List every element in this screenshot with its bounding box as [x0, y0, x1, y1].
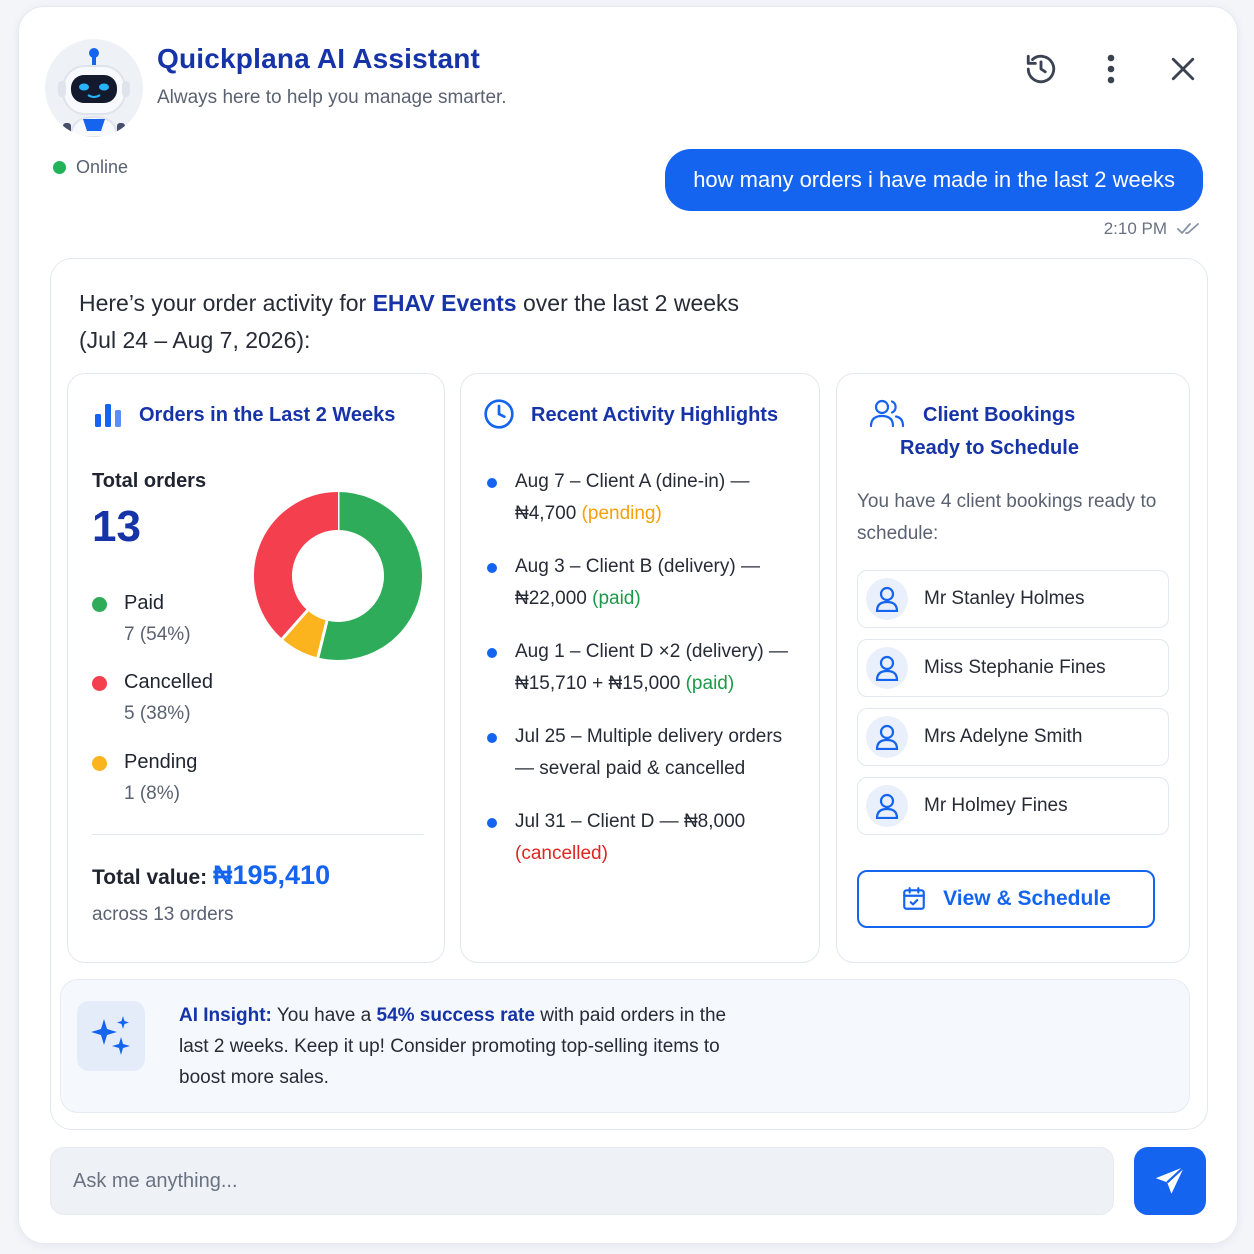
message-input[interactable] — [50, 1147, 1114, 1215]
orders-panel-title: Orders in the Last 2 Weeks — [139, 404, 396, 426]
response-intro: Here’s your order activity for EHAV Even… — [79, 285, 839, 359]
activity-item: Jul 31 – Client D — ₦8,000 (cancelled) — [485, 806, 801, 870]
activity-item: Aug 3 – Client B (delivery) — ₦22,000 (p… — [485, 551, 801, 615]
intro-prefix: Here’s your order activity for — [79, 290, 373, 316]
client-row[interactable]: Mr Stanley Holmes — [857, 570, 1169, 628]
clock-icon — [484, 399, 514, 429]
legend-dot-pending — [92, 756, 107, 771]
close-icon — [1171, 57, 1195, 81]
legend-name: Paid — [124, 592, 165, 614]
insight-rate: 54% success rate — [376, 1005, 535, 1026]
online-status: Online — [53, 157, 128, 178]
legend-dot-paid — [92, 597, 107, 612]
ai-insight-text: AI Insight: You have a 54% success rate … — [179, 1000, 739, 1093]
activity-item: Jul 25 – Multiple delivery orders — seve… — [485, 721, 801, 785]
total-value-caption: across 13 orders — [92, 904, 234, 925]
intro-range: (Jul 24 – Aug 7, 2026): — [79, 327, 311, 353]
total-orders-label: Total orders — [92, 470, 207, 492]
donut-slice-cancelled — [254, 492, 339, 639]
bullet — [487, 648, 497, 658]
activity-panel: Recent Activity Highlights Aug 7 – Clien… — [460, 373, 820, 963]
bullet — [487, 478, 497, 488]
user-message-bubble: how many orders i have made in the last … — [665, 149, 1203, 211]
total-orders-value: 13 — [92, 502, 141, 551]
intro-suffix: over the last 2 weeks — [516, 290, 740, 316]
view-schedule-label: View & Schedule — [943, 887, 1111, 910]
message-meta: 2:10 PM — [1104, 219, 1201, 239]
legend-value: 5 (38%) — [124, 703, 191, 724]
app-subtitle: Always here to help you manage smarter. — [157, 87, 507, 108]
robot-icon — [58, 48, 130, 137]
ai-insight-box: AI Insight: You have a 54% success rate … — [60, 979, 1190, 1113]
status-label: Online — [76, 157, 129, 177]
insight-lead: AI Insight: — [179, 1005, 272, 1026]
client-name: Mrs Adelyne Smith — [924, 726, 1083, 747]
assistant-avatar — [45, 39, 143, 137]
more-vertical-icon — [1107, 54, 1115, 84]
user-icon — [866, 716, 908, 758]
legend-name: Pending — [124, 751, 198, 773]
assistant-response-card: Here’s your order activity for EHAV Even… — [50, 258, 1208, 1130]
activity-text: Jul 25 – Multiple delivery orders — seve… — [515, 726, 783, 779]
activity-status: (paid) — [592, 588, 641, 609]
status-dot — [53, 161, 66, 174]
total-value: Total value: ₦195,410 — [92, 860, 330, 891]
message-timestamp: 2:10 PM — [1103, 219, 1167, 238]
app-title: Quickplana AI Assistant — [157, 43, 481, 74]
activity-panel-title: Recent Activity Highlights — [531, 404, 779, 426]
client-name: Miss Stephanie Fines — [924, 657, 1106, 678]
sparkles-icon — [77, 1001, 145, 1071]
client-name: Mr Holmey Fines — [924, 795, 1068, 816]
legend-name: Cancelled — [124, 671, 213, 693]
history-button[interactable] — [1017, 45, 1065, 93]
orders-donut-chart — [254, 492, 422, 660]
bookings-intro: You have 4 client bookings ready to sche… — [857, 491, 1157, 544]
activity-item: Aug 7 – Client A (dine-in) — ₦4,700 (pen… — [485, 466, 801, 530]
calendar-icon — [903, 887, 925, 910]
user-icon — [866, 647, 908, 689]
client-row[interactable]: Mr Holmey Fines — [857, 777, 1169, 835]
client-row[interactable]: Mrs Adelyne Smith — [857, 708, 1169, 766]
total-value-amount: ₦195,410 — [212, 860, 331, 890]
activity-text: Aug 1 – Client D ×2 (delivery) — ₦15,710… — [515, 641, 788, 694]
bullet — [487, 818, 497, 828]
activity-status: (pending) — [581, 503, 662, 524]
history-icon — [1026, 54, 1056, 84]
bullet — [487, 733, 497, 743]
orders-panel: Orders in the Last 2 Weeks Total orders … — [67, 373, 445, 963]
client-name: Mr Stanley Holmes — [924, 588, 1085, 609]
send-button[interactable] — [1134, 1147, 1206, 1215]
activity-status: (paid) — [685, 673, 735, 694]
send-icon — [1155, 1165, 1185, 1194]
business-name: EHAV Events — [372, 290, 517, 316]
insight-pre: You have a — [271, 1005, 377, 1026]
divider — [92, 834, 424, 835]
bookings-title-line1: Client Bookings — [923, 404, 1076, 426]
client-row[interactable]: Miss Stephanie Fines — [857, 639, 1169, 697]
legend-value: 7 (54%) — [124, 624, 191, 645]
donut-slice-paid — [317, 492, 422, 660]
activity-list: Aug 7 – Client A (dine-in) — ₦4,700 (pen… — [485, 466, 801, 891]
bookings-panel: Client Bookings Ready to Schedule You ha… — [836, 373, 1190, 963]
bar-chart-icon — [95, 404, 121, 427]
assistant-window: Quickplana AI Assistant Always here to h… — [18, 6, 1238, 1244]
donut-slice-pending — [282, 609, 328, 658]
activity-status: (cancelled) — [515, 843, 608, 864]
total-value-label: Total value: — [92, 866, 208, 889]
activity-item: Aug 1 – Client D ×2 (delivery) — ₦15,710… — [485, 636, 801, 700]
close-button[interactable] — [1159, 45, 1207, 93]
double-check-icon — [1177, 223, 1199, 234]
legend-dot-cancelled — [92, 676, 107, 691]
user-icon — [866, 785, 908, 827]
activity-text: Jul 31 – Client D — ₦8,000 — [515, 811, 746, 832]
bookings-title-line2: Ready to Schedule — [900, 437, 1079, 459]
legend-value: 1 (8%) — [124, 783, 180, 804]
users-icon — [869, 399, 905, 428]
bullet — [487, 563, 497, 573]
user-icon — [866, 578, 908, 620]
view-schedule-button[interactable]: View & Schedule — [857, 870, 1155, 928]
more-options-button[interactable] — [1087, 45, 1135, 93]
